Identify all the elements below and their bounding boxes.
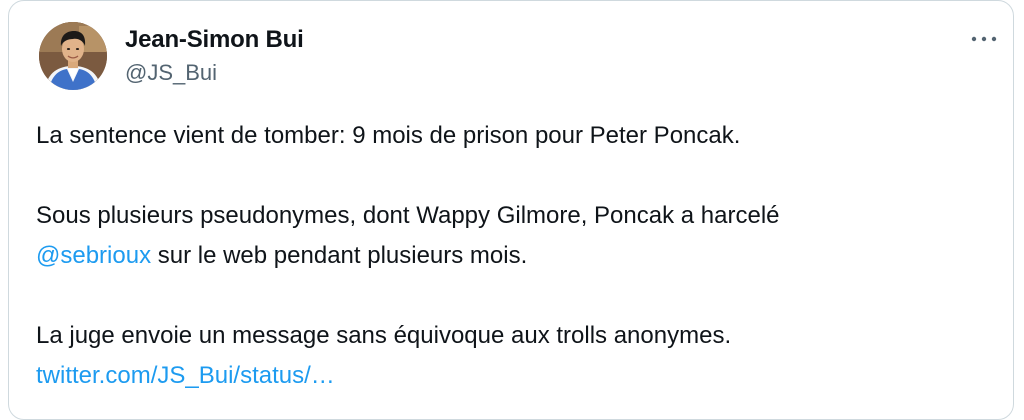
- tweet-card: Jean-Simon Bui @JS_Bui La sentence vient…: [8, 0, 1014, 420]
- tweet-line-text: sur le web pendant plusieurs mois.: [151, 242, 528, 269]
- tweet-line: twitter.com/JS_Bui/status/…: [36, 356, 986, 396]
- author-handle[interactable]: @JS_Bui: [125, 60, 217, 86]
- author-display-name[interactable]: Jean-Simon Bui: [125, 26, 304, 54]
- tweet-line: La sentence vient de tomber: 9 mois de p…: [36, 122, 741, 149]
- tweet-line: Sous plusieurs pseudonymes, dont Wappy G…: [36, 202, 780, 229]
- avatar[interactable]: [39, 22, 107, 90]
- status-link[interactable]: twitter.com/JS_Bui/status/…: [36, 362, 335, 389]
- mention-link[interactable]: @sebrioux: [36, 242, 151, 269]
- tweet-line: La juge envoie un message sans équivoque…: [36, 322, 732, 349]
- ellipsis-icon: [971, 36, 997, 42]
- more-options-button[interactable]: [967, 29, 1001, 49]
- tweet-line: @sebrioux sur le web pendant plusieurs m…: [36, 236, 986, 276]
- tweet-text: La sentence vient de tomber: 9 mois de p…: [36, 116, 986, 396]
- profile-photo-icon: [39, 22, 107, 90]
